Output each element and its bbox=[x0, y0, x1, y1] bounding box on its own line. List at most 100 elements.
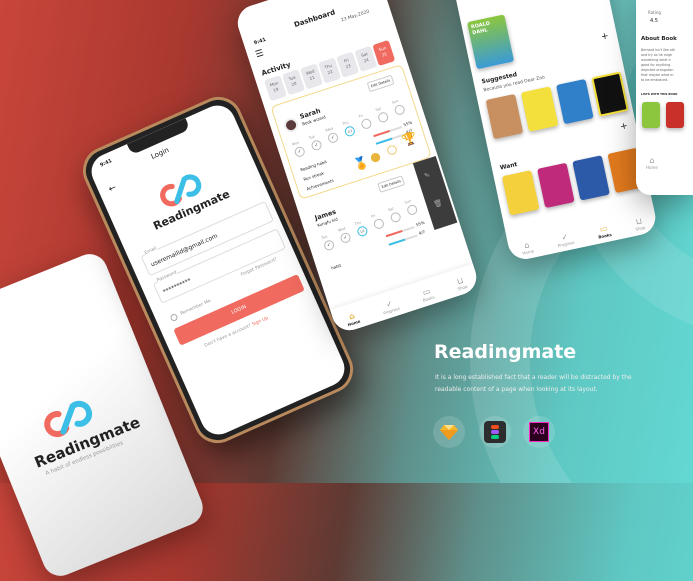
reading-habit-label: Reading habit bbox=[299, 159, 328, 173]
book-cover[interactable] bbox=[556, 78, 594, 125]
edit-icon[interactable]: ✎ bbox=[423, 171, 431, 180]
day-check[interactable] bbox=[405, 203, 419, 217]
weekly-checks: Tue ✓ Wed ✓ Thu 1/2 Fri Sat Sun bbox=[319, 198, 430, 252]
day-number: 25 bbox=[381, 51, 388, 58]
sign-up-link[interactable]: Sign Up bbox=[251, 316, 269, 328]
status-time: 9:41 bbox=[99, 158, 114, 169]
book-cover[interactable] bbox=[591, 71, 629, 117]
sketch-icon bbox=[440, 425, 458, 440]
run-streak-label: Run streak bbox=[302, 170, 325, 182]
weekday-label: Thu bbox=[354, 219, 362, 226]
day-check[interactable]: 1/2 bbox=[343, 124, 357, 138]
cover-title: ROALD DAHL bbox=[470, 20, 491, 37]
book-cover[interactable] bbox=[572, 155, 610, 201]
xd-tool: Xd bbox=[523, 416, 555, 448]
rating-value: 4.5 bbox=[650, 18, 658, 24]
nav-shop[interactable]: ⊔ Shop bbox=[633, 216, 646, 232]
book-cover[interactable] bbox=[537, 162, 575, 209]
login-title: Login bbox=[149, 146, 171, 161]
back-arrow-icon[interactable]: ← bbox=[107, 183, 118, 195]
day-check[interactable]: ✓ bbox=[339, 231, 352, 245]
promo-description-1: It is a long established fact that a rea… bbox=[435, 374, 632, 381]
edit-details-button[interactable]: Edit Details bbox=[366, 74, 395, 93]
day-check[interactable] bbox=[360, 117, 373, 131]
promo-description-2: readable content of a page when looking … bbox=[435, 386, 598, 393]
remember-me-checkbox[interactable] bbox=[169, 312, 179, 323]
book-cover[interactable] bbox=[666, 102, 684, 128]
streak-count: 4/7 bbox=[418, 229, 426, 236]
weekday-label: Fri bbox=[370, 213, 376, 219]
weekday-label: Sat bbox=[387, 206, 395, 212]
status-time: 9:41 bbox=[253, 36, 267, 47]
figma-icon bbox=[484, 421, 506, 443]
day-number: 19 bbox=[272, 86, 280, 93]
nav-home[interactable]: ⌂ Home bbox=[344, 310, 361, 327]
weekday-label: Thu bbox=[341, 119, 350, 126]
about-heading: About Book bbox=[641, 36, 677, 42]
nav-books[interactable]: ▭ Books bbox=[419, 286, 435, 303]
day-number: 23 bbox=[344, 62, 352, 70]
menu-icon[interactable]: ☰ bbox=[254, 48, 265, 60]
book-cover-roald-dahl[interactable]: ROALD DAHL bbox=[467, 14, 515, 70]
progress-percent: 55% bbox=[415, 219, 426, 228]
weekday-label: Tue bbox=[308, 134, 316, 140]
medal-icon: 🏅 bbox=[351, 154, 371, 173]
dashboard-date: 23 May,2020 bbox=[340, 9, 371, 24]
streak-bar bbox=[388, 234, 418, 246]
day-check[interactable]: ✓ bbox=[322, 238, 336, 252]
day-check[interactable]: ✓ bbox=[293, 145, 307, 159]
nav-home[interactable]: ⌂ Home bbox=[646, 156, 658, 170]
habit-label: habit bbox=[330, 262, 342, 271]
day-number: 22 bbox=[326, 68, 334, 76]
nav-home[interactable]: ⌂ Home bbox=[520, 240, 535, 256]
day-check[interactable] bbox=[372, 217, 386, 231]
lists-heading: LISTS WITH THIS BOOK bbox=[641, 92, 678, 96]
wreath-icon: ○ bbox=[384, 140, 399, 158]
add-icon[interactable]: + bbox=[619, 121, 628, 132]
avatar bbox=[282, 116, 300, 134]
sketch-tool bbox=[433, 416, 465, 448]
book-cover[interactable] bbox=[642, 102, 660, 128]
delete-icon[interactable]: 🗑 bbox=[433, 198, 444, 208]
nav-progress[interactable]: ✓ Progress bbox=[380, 297, 401, 316]
day-check[interactable]: ✓ bbox=[326, 131, 340, 145]
rating-label: Rating bbox=[648, 10, 661, 15]
medal-icon: ● bbox=[368, 148, 383, 165]
progress-percent: 55% bbox=[402, 119, 413, 128]
add-icon[interactable]: + bbox=[600, 31, 609, 42]
book-cover[interactable] bbox=[485, 93, 524, 140]
day-check[interactable] bbox=[389, 210, 402, 224]
password-label: Password bbox=[156, 270, 178, 284]
nav-label: Home bbox=[521, 248, 535, 256]
day-number: 24 bbox=[363, 57, 370, 64]
day-check[interactable]: ✓ bbox=[310, 138, 323, 152]
day-check[interactable] bbox=[376, 110, 390, 124]
nav-progress[interactable]: ✓ Progress bbox=[555, 231, 575, 248]
book-cover[interactable] bbox=[520, 86, 559, 132]
weekday-label: Tue bbox=[320, 234, 328, 240]
nav-books[interactable]: ▭ Books bbox=[596, 223, 612, 240]
weekday-label: Sat bbox=[374, 106, 382, 112]
nav-label: Home bbox=[646, 165, 658, 170]
home-icon: ⌂ bbox=[649, 156, 655, 165]
day-number: 21 bbox=[308, 74, 316, 82]
about-text: Bernard isn't like oth and try as he migh… bbox=[641, 48, 675, 83]
email-label: Email bbox=[144, 246, 158, 257]
day-check[interactable] bbox=[393, 103, 406, 117]
dashboard-title: Dashboard bbox=[293, 8, 337, 30]
book-detail-screen: Rating 4.5 About Book Bernard isn't like… bbox=[636, 0, 693, 195]
weekday-label: Fri bbox=[358, 113, 364, 119]
about-line: to be embraced. bbox=[641, 78, 669, 82]
day-check[interactable]: 1/2 bbox=[355, 224, 369, 238]
trophy-icon: 🏆 bbox=[400, 130, 419, 149]
day-number: 20 bbox=[290, 80, 298, 87]
xd-icon: Xd bbox=[529, 422, 549, 442]
promo-title: Readingmate bbox=[434, 341, 577, 363]
nav-label: Shop bbox=[634, 224, 646, 232]
figma-tool bbox=[479, 416, 511, 448]
edit-details-button[interactable]: Edit Details bbox=[377, 175, 406, 193]
password-value: ********** bbox=[162, 277, 193, 296]
want-heading: Want bbox=[499, 161, 518, 172]
book-cover[interactable] bbox=[501, 170, 540, 216]
nav-shop[interactable]: ⊔ Shop bbox=[454, 275, 468, 292]
